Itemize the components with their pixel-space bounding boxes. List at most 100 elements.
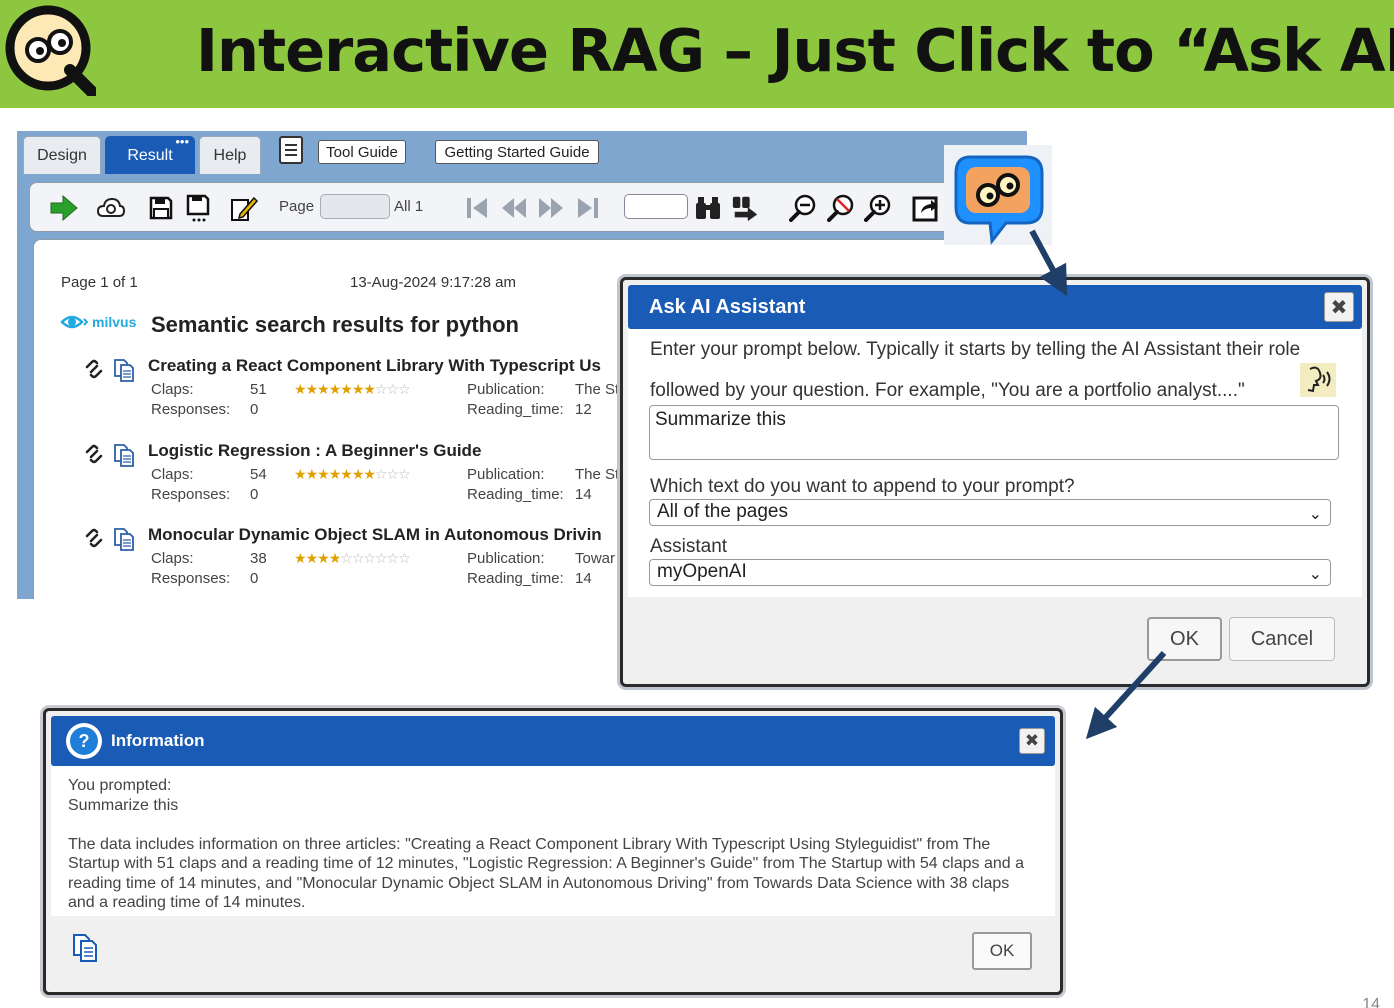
zoom-out-icon[interactable] (789, 194, 817, 222)
find-icon[interactable] (694, 194, 722, 222)
page-total: All 1 (394, 198, 424, 215)
rating-stars: ★★★★★★★☆☆☆ (294, 381, 411, 398)
report-title: Semantic search results for python (151, 312, 519, 337)
star-filled-icon: ★ (328, 550, 342, 566)
getting-started-button[interactable]: Getting Started Guide (435, 140, 599, 164)
ask-ai-button[interactable] (944, 145, 1052, 245)
reading-time-label: Reading_time: (467, 486, 564, 503)
copy-icon[interactable] (71, 933, 101, 963)
run-arrow-icon[interactable] (50, 194, 78, 222)
ok-button[interactable]: OK (1147, 617, 1222, 661)
star-filled-icon: ★ (363, 466, 376, 482)
tool-guide-button[interactable]: Tool Guide (318, 140, 406, 164)
edit-icon[interactable] (230, 194, 258, 222)
rating-stars: ★★★★☆☆☆☆☆☆ (294, 550, 411, 567)
claps-label: Claps: (151, 381, 194, 398)
tab-help[interactable]: Help (199, 136, 261, 174)
instruction-line-2: followed by your question. For example, … (650, 380, 1245, 401)
star-filled-icon: ★ (340, 381, 353, 397)
rating-stars: ★★★★★★★☆☆☆ (294, 466, 411, 483)
assistant-select-value: myOpenAI (657, 561, 747, 582)
star-empty-icon: ☆ (363, 550, 376, 566)
claps-value: 51 (250, 381, 267, 398)
publication-label: Publication: (467, 550, 545, 567)
star-filled-icon: ★ (363, 381, 376, 397)
prompt-textarea[interactable]: Summarize this (649, 405, 1339, 460)
claps-label: Claps: (151, 550, 194, 567)
tab-design[interactable]: Design (23, 136, 101, 174)
article-title[interactable]: Creating a React Component Library With … (148, 356, 601, 376)
assistant-select[interactable]: myOpenAI ⌄ (649, 559, 1331, 586)
first-page-icon[interactable] (463, 194, 491, 222)
zoom-reset-icon[interactable] (827, 194, 855, 222)
slide-title: Interactive RAG – Just Click to “Ask AI” (196, 16, 1394, 85)
eye-icon (60, 315, 88, 329)
star-filled-icon: ★ (305, 381, 319, 397)
star-filled-icon: ★ (340, 466, 353, 482)
ai-response: The data includes information on three a… (68, 835, 1024, 912)
eyeglasses-q-logo (5, 5, 96, 96)
save-as-icon[interactable] (184, 194, 212, 222)
next-page-icon[interactable] (537, 194, 565, 222)
close-icon[interactable]: ✖ (1324, 292, 1354, 322)
page-label: Page (279, 198, 315, 215)
star-empty-icon: ☆ (398, 550, 411, 566)
tab-label: Result (127, 146, 173, 164)
slide-header: Interactive RAG – Just Click to “Ask AI” (0, 0, 1394, 108)
cloud-settings-icon[interactable] (97, 194, 125, 222)
link-icon[interactable] (84, 528, 104, 548)
reading-time-value: 14 (575, 570, 592, 587)
instruction-line-1: Enter your prompt below. Typically it st… (650, 339, 1301, 360)
append-select[interactable]: All of the pages ⌄ (649, 499, 1331, 526)
publication-label: Publication: (467, 466, 545, 483)
cancel-button[interactable]: Cancel (1229, 617, 1335, 661)
publication-label: Publication: (467, 381, 545, 398)
star-empty-icon: ☆ (386, 381, 400, 397)
tab-label: Help (213, 146, 247, 164)
star-empty-icon: ☆ (398, 466, 411, 482)
star-empty-icon: ☆ (398, 381, 411, 397)
information-dialog: ? Information ✖ You prompted: Summarize … (43, 708, 1063, 995)
responses-value: 0 (250, 570, 259, 587)
dialog-body: Enter your prompt below. Typically it st… (628, 329, 1362, 597)
dialog-header: ? Information ✖ (51, 716, 1055, 766)
link-icon[interactable] (84, 444, 104, 464)
more-icon[interactable]: ••• (175, 135, 189, 148)
close-icon[interactable]: ✖ (1019, 728, 1045, 754)
speak-icon[interactable] (1300, 363, 1336, 397)
copy-icon[interactable] (113, 443, 135, 467)
copy-icon[interactable] (113, 358, 135, 382)
milvus-brand: milvus (92, 314, 137, 330)
prompted-label: You prompted: (68, 777, 172, 794)
tab-result[interactable]: Result ••• (105, 135, 195, 174)
star-empty-icon: ☆ (340, 550, 353, 566)
star-empty-icon: ☆ (386, 466, 400, 482)
star-filled-icon: ★ (351, 381, 365, 397)
article-title[interactable]: Logistic Regression : A Beginner's Guide (148, 441, 481, 461)
link-icon[interactable] (84, 359, 104, 379)
reading-time-value: 14 (575, 486, 592, 503)
previous-page-icon[interactable] (500, 194, 528, 222)
save-icon[interactable] (147, 194, 175, 222)
reading-time-value: 12 (575, 401, 592, 418)
document-list-icon[interactable] (279, 136, 303, 164)
find-text-input[interactable] (624, 194, 688, 219)
star-filled-icon: ★ (305, 550, 319, 566)
page-number-input[interactable] (320, 194, 390, 219)
find-next-icon[interactable] (731, 194, 759, 222)
zoom-in-icon[interactable] (864, 194, 892, 222)
responses-value: 0 (250, 401, 259, 418)
export-icon[interactable] (912, 194, 940, 222)
copy-icon[interactable] (113, 527, 135, 551)
ok-button[interactable]: OK (972, 932, 1032, 970)
dialog-title: Ask AI Assistant (649, 296, 806, 318)
page-count: Page 1 of 1 (61, 274, 138, 291)
question-icon: ? (66, 723, 102, 759)
star-filled-icon: ★ (328, 466, 342, 482)
toolbar: Page All 1 (29, 182, 1015, 232)
star-empty-icon: ☆ (351, 550, 365, 566)
article-title[interactable]: Monocular Dynamic Object SLAM in Autonom… (148, 525, 602, 545)
report-timestamp: 13-Aug-2024 9:17:28 am (350, 274, 516, 291)
dialog-header: Ask AI Assistant ✖ (628, 285, 1362, 329)
last-page-icon[interactable] (574, 194, 602, 222)
